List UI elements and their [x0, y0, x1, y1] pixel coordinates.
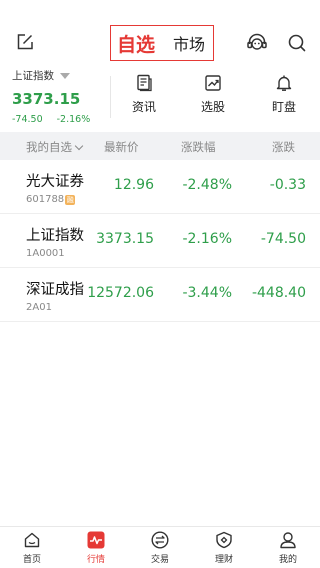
- column-header-change[interactable]: 涨跌: [272, 139, 295, 155]
- nav-news-label: 资讯: [131, 100, 156, 114]
- stock-name-cell: 上证指数 1A0001: [26, 224, 84, 259]
- table-row[interactable]: 深证成指 2A01 12572.06 -3.44% -448.40: [0, 268, 320, 322]
- stock-code: 601788: [26, 194, 65, 205]
- search-icon[interactable]: [287, 33, 307, 53]
- market-icon: [87, 531, 105, 549]
- index-name: 上证指数: [12, 70, 54, 82]
- latest-price: 3373.15: [96, 231, 154, 247]
- tab-trade[interactable]: 交易: [136, 531, 184, 565]
- divider: [110, 76, 111, 118]
- stock-code-row: 601788 融: [26, 194, 84, 205]
- index-name-row: 上证指数: [12, 68, 108, 83]
- change-amount: -0.33: [269, 177, 306, 193]
- tab-home-label: 首页: [22, 555, 41, 565]
- tab-profile-label: 我的: [278, 555, 297, 565]
- tab-market-quotes-label: 行情: [86, 555, 105, 565]
- change-pct: -2.16%: [182, 231, 232, 247]
- change-pct: -3.44%: [182, 285, 232, 301]
- tab-market[interactable]: 市场: [173, 31, 205, 55]
- table-row[interactable]: 上证指数 1A0001 3373.15 -2.16% -74.50: [0, 214, 320, 268]
- index-change: -74.50: [12, 114, 43, 125]
- margin-badge: 融: [65, 194, 76, 205]
- column-header-change-pct[interactable]: 涨跌幅: [181, 139, 216, 155]
- tab-profile[interactable]: 我的: [264, 531, 312, 565]
- nav-stock-picker-label: 选股: [200, 100, 225, 114]
- tab-market-quotes[interactable]: 行情: [72, 531, 120, 565]
- profile-icon: [280, 532, 296, 549]
- change-amount: -74.50: [260, 231, 306, 247]
- nav-stock-picker[interactable]: 选股: [183, 74, 243, 115]
- latest-price: 12.96: [113, 177, 154, 193]
- edit-icon[interactable]: [16, 33, 34, 51]
- stock-code: 1A0001: [26, 248, 65, 259]
- tab-home[interactable]: 首页: [8, 531, 56, 565]
- customer-service-icon[interactable]: [246, 32, 268, 54]
- nav-watch-label: 盯盘: [271, 100, 296, 114]
- stock-name-cell: 光大证券 601788 融: [26, 170, 84, 205]
- stock-name: 上证指数: [26, 228, 84, 244]
- nav-news[interactable]: 资讯: [114, 74, 174, 115]
- trade-icon: [151, 531, 169, 549]
- tab-watchlist[interactable]: 自选: [117, 30, 155, 57]
- stock-code-row: 2A01: [26, 302, 84, 313]
- home-icon: [24, 532, 40, 548]
- column-header-name[interactable]: 我的自选: [26, 139, 84, 155]
- tab-finance-label: 理财: [214, 555, 233, 565]
- latest-price: 12572.06: [87, 285, 154, 301]
- stock-name-cell: 深证成指 2A01: [26, 278, 84, 313]
- news-icon: [137, 74, 152, 92]
- index-summary[interactable]: 上证指数 3373.15 -74.50 -2.16%: [12, 68, 108, 126]
- top-header: 自选 市场: [0, 0, 320, 64]
- chevron-down-icon: [74, 141, 84, 150]
- bottom-tab-bar: 首页 行情 交易 理财 我的: [0, 526, 320, 568]
- caret-down-icon[interactable]: [60, 72, 70, 79]
- stock-code-row: 1A0001: [26, 248, 84, 259]
- stock-name: 光大证券: [26, 174, 84, 190]
- index-changes: -74.50 -2.16%: [12, 114, 108, 125]
- table-header: 我的自选 最新价 涨跌幅 涨跌: [0, 132, 320, 160]
- nav-watch[interactable]: 盯盘: [254, 74, 314, 115]
- watchlist-market-tabs: 自选 市场: [110, 25, 214, 61]
- change-pct: -2.48%: [182, 177, 232, 193]
- column-header-price[interactable]: 最新价: [104, 139, 139, 155]
- stock-name: 深证成指: [26, 282, 84, 298]
- index-value: 3373.15: [12, 90, 81, 108]
- index-change-pct: -2.16%: [56, 114, 91, 125]
- tab-trade-label: 交易: [150, 555, 169, 565]
- column-header-name-label: 我的自选: [26, 140, 72, 154]
- bell-icon: [276, 75, 292, 91]
- tab-finance[interactable]: 理财: [200, 531, 248, 565]
- stock-picker-icon: [205, 75, 221, 91]
- finance-icon: [216, 531, 232, 549]
- table-row[interactable]: 光大证券 601788 融 12.96 -2.48% -0.33: [0, 160, 320, 214]
- stock-code: 2A01: [26, 302, 52, 313]
- change-amount: -448.40: [251, 285, 306, 301]
